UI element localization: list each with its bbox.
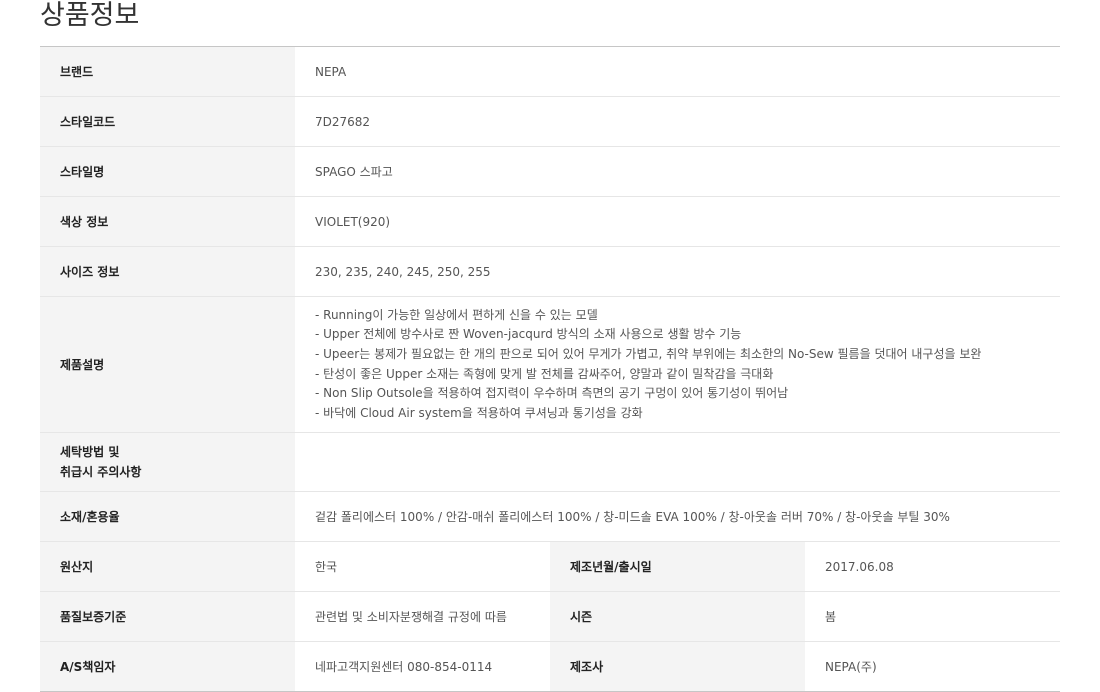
made-date-value: 2017.06.08 bbox=[805, 541, 1061, 592]
description-line: - Upeer는 봉제가 필요없는 한 개의 판으로 되어 있어 무게가 가볍고… bbox=[315, 346, 982, 361]
season-label: 시즌 bbox=[550, 591, 805, 642]
row-style-name: 스타일명 SPAGO 스파고 bbox=[40, 146, 1061, 197]
quality-value: 관련법 및 소비자분쟁해결 규정에 따름 bbox=[295, 591, 550, 642]
material-value: 겉감 폴리에스터 100% / 안감-매쉬 폴리에스터 100% / 창-미드솔… bbox=[295, 491, 1061, 542]
season-value: 봄 bbox=[805, 591, 1061, 642]
row-care: 세탁방법 및 취급시 주의사항 bbox=[40, 432, 1061, 492]
brand-value: NEPA bbox=[295, 46, 1061, 97]
care-label: 세탁방법 및 취급시 주의사항 bbox=[40, 432, 295, 492]
manufacturer-value: NEPA(주) bbox=[805, 641, 1061, 692]
manufacturer-label: 제조사 bbox=[550, 641, 805, 692]
row-size: 사이즈 정보 230, 235, 240, 245, 250, 255 bbox=[40, 246, 1061, 297]
made-date-label: 제조년월/출시일 bbox=[550, 541, 805, 592]
care-value bbox=[295, 432, 1061, 492]
description-line: - 바닥에 Cloud Air system을 적용하여 쿠셔닝과 통기성을 강… bbox=[315, 405, 643, 420]
row-quality: 품질보증기준 관련법 및 소비자분쟁해결 규정에 따름 시즌 봄 bbox=[40, 591, 1061, 642]
row-as-manager: A/S책임자 네파고객지원센터 080-854-0114 제조사 NEPA(주) bbox=[40, 641, 1061, 692]
description-label: 제품설명 bbox=[40, 296, 295, 433]
product-info-table: 브랜드 NEPA 스타일코드 7D27682 스타일명 SPAGO 스파고 색상… bbox=[40, 46, 1061, 692]
as-manager-value: 네파고객지원센터 080-854-0114 bbox=[295, 641, 550, 692]
row-brand: 브랜드 NEPA bbox=[40, 46, 1061, 97]
size-value: 230, 235, 240, 245, 250, 255 bbox=[295, 246, 1061, 297]
row-style-code: 스타일코드 7D27682 bbox=[40, 96, 1061, 147]
size-label: 사이즈 정보 bbox=[40, 246, 295, 297]
product-info-page: 상품정보 브랜드 NEPA 스타일코드 7D27682 스타일명 SPAGO 스… bbox=[0, 0, 1100, 692]
brand-label: 브랜드 bbox=[40, 46, 295, 97]
row-material: 소재/혼용율 겉감 폴리에스터 100% / 안감-매쉬 폴리에스터 100% … bbox=[40, 491, 1061, 542]
description-line: - Running이 가능한 일상에서 편하게 신을 수 있는 모델 bbox=[315, 307, 598, 322]
style-name-label: 스타일명 bbox=[40, 146, 295, 197]
care-label-line: 취급시 주의사항 bbox=[60, 465, 142, 479]
row-color: 색상 정보 VIOLET(920) bbox=[40, 196, 1061, 247]
style-code-value: 7D27682 bbox=[295, 96, 1061, 147]
color-value: VIOLET(920) bbox=[295, 196, 1061, 247]
description-value: - Running이 가능한 일상에서 편하게 신을 수 있는 모델 - Upp… bbox=[295, 296, 1061, 433]
color-label: 색상 정보 bbox=[40, 196, 295, 247]
style-code-label: 스타일코드 bbox=[40, 96, 295, 147]
description-line: - Non Slip Outsole을 적용하여 접지력이 우수하며 측면의 공… bbox=[315, 386, 789, 401]
quality-label: 품질보증기준 bbox=[40, 591, 295, 642]
origin-label: 원산지 bbox=[40, 541, 295, 592]
description-line: - 탄성이 좋은 Upper 소재는 족형에 맞게 발 전체를 감싸주어, 양말… bbox=[315, 366, 774, 381]
as-manager-label: A/S책임자 bbox=[40, 641, 295, 692]
origin-value: 한국 bbox=[295, 541, 550, 592]
row-origin: 원산지 한국 제조년월/출시일 2017.06.08 bbox=[40, 541, 1061, 592]
row-description: 제품설명 - Running이 가능한 일상에서 편하게 신을 수 있는 모델 … bbox=[40, 296, 1061, 433]
material-label: 소재/혼용율 bbox=[40, 491, 295, 542]
care-label-line: 세탁방법 및 bbox=[60, 445, 120, 459]
style-name-value: SPAGO 스파고 bbox=[295, 146, 1061, 197]
page-title: 상품정보 bbox=[40, 0, 140, 31]
description-line: - Upper 전체에 방수사로 짠 Woven-jacqurd 방식의 소재 … bbox=[315, 327, 742, 342]
